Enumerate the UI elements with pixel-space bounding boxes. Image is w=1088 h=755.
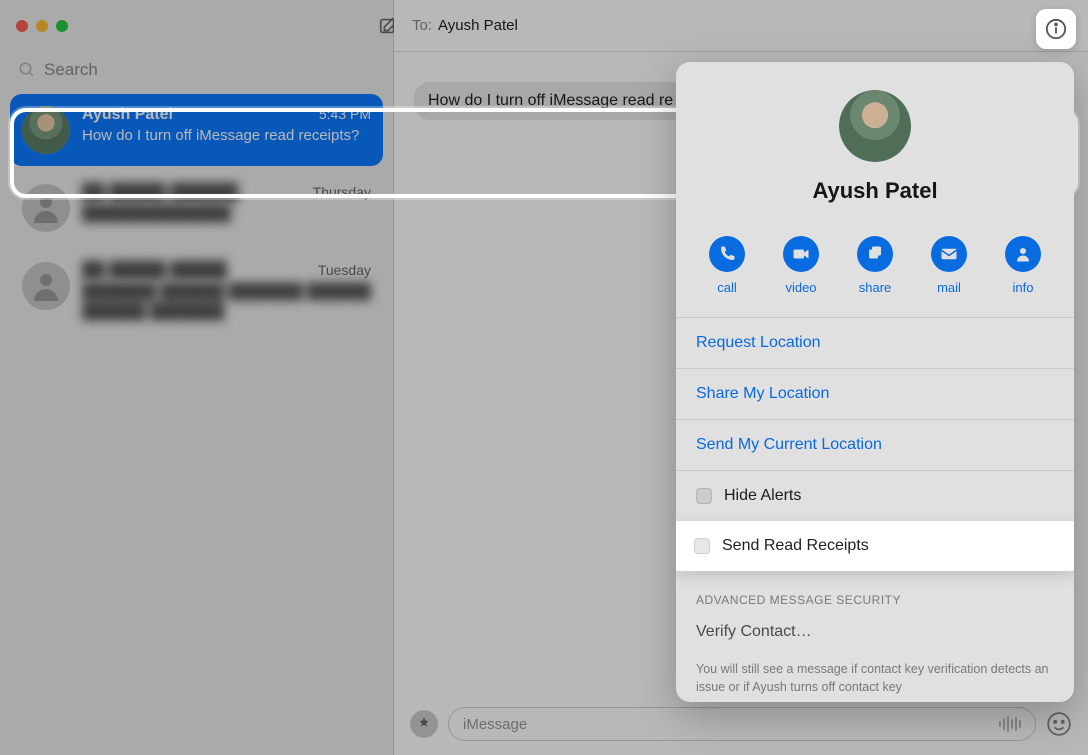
conversation-time: 5:43 PM (319, 106, 371, 122)
to-name[interactable]: Ayush Patel (438, 17, 518, 34)
share-button[interactable]: share (845, 236, 905, 295)
audio-message-icon[interactable] (999, 716, 1021, 732)
hide-alerts-checkbox[interactable]: Hide Alerts (676, 470, 1074, 521)
message-placeholder: iMessage (463, 716, 527, 733)
avatar (22, 262, 70, 310)
contact-name: Ayush Patel (676, 178, 1074, 204)
verification-note: You will still see a message if contact … (676, 651, 1074, 702)
titlebar (0, 0, 393, 52)
to-label: To: (412, 17, 432, 34)
incoming-message: How do I turn off iMessage read re (414, 82, 687, 120)
conversation-preview: ██████████████ (82, 204, 371, 224)
popover-header: Ayush Patel (676, 62, 1074, 222)
close-window-icon[interactable] (16, 20, 28, 32)
send-read-receipts-label: Send Read Receipts (722, 537, 869, 555)
verify-contact-link[interactable]: Verify Contact… (676, 613, 1074, 651)
mail-label: mail (937, 280, 961, 295)
search-placeholder: Search (44, 60, 98, 80)
sidebar: Search Ayush Patel 5:43 PM How do I turn… (0, 0, 394, 755)
conversation-time: Thursday (313, 184, 371, 200)
hide-alerts-label: Hide Alerts (724, 487, 801, 505)
conversation-name: Ayush Patel (82, 106, 173, 124)
conversation-time: Tuesday (318, 262, 371, 278)
avatar (22, 106, 70, 154)
apps-icon[interactable] (410, 710, 438, 738)
conversation-name: ██ █████ ██████ (82, 184, 238, 202)
info-icon (1045, 18, 1067, 40)
share-icon (866, 245, 884, 263)
conversation-preview: How do I turn off iMessage read receipts… (82, 126, 371, 146)
checkbox-icon (694, 538, 710, 554)
info-label: info (1013, 280, 1034, 295)
info-popover: Ayush Patel call video share mail info (676, 62, 1074, 702)
person-icon (1014, 245, 1032, 263)
share-label: share (859, 280, 892, 295)
search-input[interactable]: Search (18, 60, 375, 80)
search-icon (18, 61, 36, 79)
mail-button[interactable]: mail (919, 236, 979, 295)
details-button[interactable] (1036, 9, 1076, 49)
info-button[interactable]: info (993, 236, 1053, 295)
conversation-preview: ███████ ██████ ███████ ██████ ██████ ███… (82, 282, 371, 321)
contact-actions: call video share mail info (676, 222, 1074, 317)
phone-icon (718, 245, 736, 263)
send-read-receipts-checkbox[interactable]: Send Read Receipts (676, 521, 1074, 571)
maximize-window-icon[interactable] (56, 20, 68, 32)
video-label: video (785, 280, 816, 295)
request-location-link[interactable]: Request Location (676, 318, 1074, 368)
checkbox-icon (696, 488, 712, 504)
conversation-header: To: Ayush Patel (394, 0, 1088, 52)
emoji-icon[interactable] (1046, 711, 1072, 737)
avatar (22, 184, 70, 232)
advanced-security-label: ADVANCED MESSAGE SECURITY (676, 571, 1074, 613)
mail-icon (940, 245, 958, 263)
minimize-window-icon[interactable] (36, 20, 48, 32)
share-my-location-link[interactable]: Share My Location (676, 368, 1074, 419)
message-input[interactable]: iMessage (448, 707, 1036, 741)
traffic-lights[interactable] (16, 20, 68, 32)
call-label: call (717, 280, 737, 295)
conversation-item[interactable]: ██ █████ ██████ Thursday ██████████████ (10, 172, 383, 244)
conversation-item[interactable]: Ayush Patel 5:43 PM How do I turn off iM… (10, 94, 383, 166)
call-button[interactable]: call (697, 236, 757, 295)
video-icon (792, 245, 810, 263)
contact-avatar (839, 90, 911, 162)
conversation-item[interactable]: ██ █████ █████ Tuesday ███████ ██████ ██… (10, 250, 383, 333)
compose-bar: iMessage (394, 705, 1088, 743)
conversation-name: ██ █████ █████ (82, 262, 227, 280)
send-my-location-link[interactable]: Send My Current Location (676, 419, 1074, 470)
video-button[interactable]: video (771, 236, 831, 295)
conversation-list: Ayush Patel 5:43 PM How do I turn off iM… (0, 94, 393, 333)
